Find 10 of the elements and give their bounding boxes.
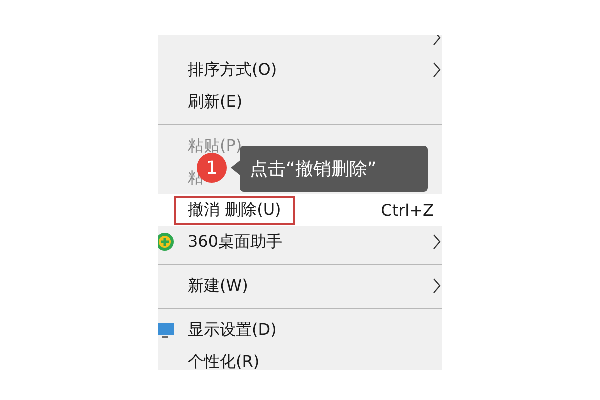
menu-item[interactable]: 360桌面助手 <box>158 226 442 258</box>
menu-item[interactable]: 个性化(R) <box>158 346 442 370</box>
shortcut-label: Ctrl+Z <box>381 200 434 220</box>
menu-item[interactable]: 排序方式(O) <box>158 54 442 86</box>
menu-item[interactable]: 撤消 删除(U) Ctrl+Z <box>158 194 442 226</box>
tooltip: 点击“撤销删除” <box>240 146 428 192</box>
monitor-icon <box>158 320 176 340</box>
menu-item[interactable]: 显示设置(D) <box>158 314 442 346</box>
menu-item[interactable]: 新建(W) <box>158 270 442 302</box>
menu-item[interactable]: 刷新(E) <box>158 86 442 118</box>
